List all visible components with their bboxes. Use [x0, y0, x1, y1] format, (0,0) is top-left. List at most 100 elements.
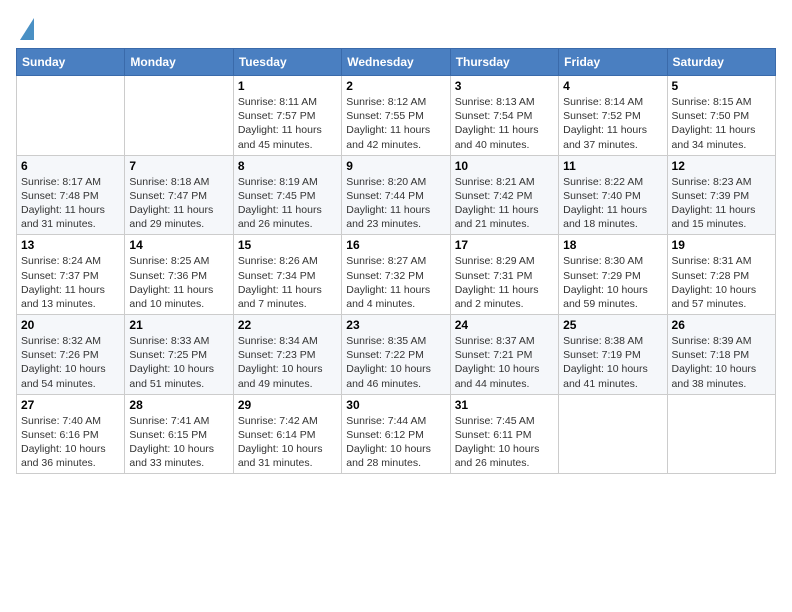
day-number: 7 [129, 159, 228, 173]
cell-info: Sunrise: 8:34 AM Sunset: 7:23 PM Dayligh… [238, 334, 337, 391]
header-monday: Monday [125, 49, 233, 76]
calendar-cell: 14Sunrise: 8:25 AM Sunset: 7:36 PM Dayli… [125, 235, 233, 315]
logo-triangle-icon [20, 18, 34, 40]
calendar-cell: 8 Sunrise: 8:19 AM Sunset: 7:45 PM Daylig… [233, 155, 341, 235]
cell-info: Sunrise: 7:41 AM Sunset: 6:15 PM Dayligh… [129, 414, 228, 471]
cell-info: Sunrise: 8:30 AM Sunset: 7:29 PM Dayligh… [563, 254, 662, 311]
calendar-cell: 10 Sunrise: 8:21 AM Sunset: 7:42 PM Dayli… [450, 155, 558, 235]
calendar-cell: 18 Sunrise: 8:30 AM Sunset: 7:29 PM Dayli… [559, 235, 667, 315]
cell-info: Sunrise: 7:40 AM Sunset: 6:16 PM Dayligh… [21, 414, 120, 471]
header-sunday: Sunday [17, 49, 125, 76]
cell-info: Sunrise: 7:42 AM Sunset: 6:14 PM Dayligh… [238, 414, 337, 471]
calendar-cell: 31 Sunrise: 7:45 AM Sunset: 6:11 PM Dayli… [450, 394, 558, 474]
cell-info: Sunrise: 8:26 AM Sunset: 7:34 PM Dayligh… [238, 254, 337, 311]
cell-info: Sunrise: 8:29 AM Sunset: 7:31 PM Dayligh… [455, 254, 554, 311]
day-number: 25 [563, 318, 662, 332]
logo [16, 16, 34, 40]
day-number: 10 [455, 159, 554, 173]
calendar-cell [559, 394, 667, 474]
cell-info: Sunrise: 8:14 AM Sunset: 7:52 PM Dayligh… [563, 95, 662, 152]
calendar-cell: 7Sunrise: 8:18 AM Sunset: 7:47 PM Daylig… [125, 155, 233, 235]
calendar-cell: 6 Sunrise: 8:17 AM Sunset: 7:48 PM Daylig… [17, 155, 125, 235]
calendar-header-row: SundayMondayTuesdayWednesdayThursdayFrid… [17, 49, 776, 76]
cell-info: Sunrise: 8:17 AM Sunset: 7:48 PM Dayligh… [21, 175, 120, 232]
day-number: 4 [563, 79, 662, 93]
cell-info: Sunrise: 8:21 AM Sunset: 7:42 PM Dayligh… [455, 175, 554, 232]
day-number: 9 [346, 159, 445, 173]
calendar-cell: 3Sunrise: 8:13 AM Sunset: 7:54 PM Daylig… [450, 76, 558, 156]
day-number: 20 [21, 318, 120, 332]
day-number: 18 [563, 238, 662, 252]
day-number: 5 [672, 79, 771, 93]
cell-info: Sunrise: 8:39 AM Sunset: 7:18 PM Dayligh… [672, 334, 771, 391]
day-number: 1 [238, 79, 337, 93]
day-number: 3 [455, 79, 554, 93]
calendar-cell: 5 Sunrise: 8:15 AM Sunset: 7:50 PM Daylig… [667, 76, 775, 156]
cell-info: Sunrise: 8:27 AM Sunset: 7:32 PM Dayligh… [346, 254, 445, 311]
day-number: 30 [346, 398, 445, 412]
calendar-cell: 1Sunrise: 8:11 AM Sunset: 7:57 PM Daylig… [233, 76, 341, 156]
cell-info: Sunrise: 8:38 AM Sunset: 7:19 PM Dayligh… [563, 334, 662, 391]
calendar-cell: 24Sunrise: 8:37 AM Sunset: 7:21 PM Dayli… [450, 315, 558, 395]
calendar-cell: 13 Sunrise: 8:24 AM Sunset: 7:37 PM Dayli… [17, 235, 125, 315]
day-number: 6 [21, 159, 120, 173]
page-header [16, 16, 776, 40]
calendar-cell: 30 Sunrise: 7:44 AM Sunset: 6:12 PM Dayli… [342, 394, 450, 474]
calendar-cell: 29Sunrise: 7:42 AM Sunset: 6:14 PM Dayli… [233, 394, 341, 474]
day-number: 31 [455, 398, 554, 412]
header-thursday: Thursday [450, 49, 558, 76]
day-number: 23 [346, 318, 445, 332]
day-number: 12 [672, 159, 771, 173]
calendar-cell: 17Sunrise: 8:29 AM Sunset: 7:31 PM Dayli… [450, 235, 558, 315]
calendar-cell: 25 Sunrise: 8:38 AM Sunset: 7:19 PM Dayli… [559, 315, 667, 395]
logo-text [16, 16, 34, 40]
calendar-cell [125, 76, 233, 156]
calendar-cell [667, 394, 775, 474]
day-number: 15 [238, 238, 337, 252]
calendar-cell [17, 76, 125, 156]
day-number: 26 [672, 318, 771, 332]
calendar-week-row: 1Sunrise: 8:11 AM Sunset: 7:57 PM Daylig… [17, 76, 776, 156]
cell-info: Sunrise: 8:19 AM Sunset: 7:45 PM Dayligh… [238, 175, 337, 232]
cell-info: Sunrise: 8:15 AM Sunset: 7:50 PM Dayligh… [672, 95, 771, 152]
cell-info: Sunrise: 8:23 AM Sunset: 7:39 PM Dayligh… [672, 175, 771, 232]
day-number: 13 [21, 238, 120, 252]
day-number: 11 [563, 159, 662, 173]
calendar-cell: 4 Sunrise: 8:14 AM Sunset: 7:52 PM Daylig… [559, 76, 667, 156]
calendar-cell: 21 Sunrise: 8:33 AM Sunset: 7:25 PM Dayli… [125, 315, 233, 395]
calendar-cell: 11 Sunrise: 8:22 AM Sunset: 7:40 PM Dayli… [559, 155, 667, 235]
cell-info: Sunrise: 8:33 AM Sunset: 7:25 PM Dayligh… [129, 334, 228, 391]
day-number: 27 [21, 398, 120, 412]
cell-info: Sunrise: 8:22 AM Sunset: 7:40 PM Dayligh… [563, 175, 662, 232]
day-number: 21 [129, 318, 228, 332]
header-tuesday: Tuesday [233, 49, 341, 76]
day-number: 19 [672, 238, 771, 252]
header-friday: Friday [559, 49, 667, 76]
day-number: 8 [238, 159, 337, 173]
calendar-table: SundayMondayTuesdayWednesdayThursdayFrid… [16, 48, 776, 474]
cell-info: Sunrise: 7:44 AM Sunset: 6:12 PM Dayligh… [346, 414, 445, 471]
day-number: 14 [129, 238, 228, 252]
day-number: 22 [238, 318, 337, 332]
header-wednesday: Wednesday [342, 49, 450, 76]
cell-info: Sunrise: 8:24 AM Sunset: 7:37 PM Dayligh… [21, 254, 120, 311]
day-number: 28 [129, 398, 228, 412]
cell-info: Sunrise: 8:31 AM Sunset: 7:28 PM Dayligh… [672, 254, 771, 311]
day-number: 16 [346, 238, 445, 252]
cell-info: Sunrise: 8:20 AM Sunset: 7:44 PM Dayligh… [346, 175, 445, 232]
calendar-cell: 16 Sunrise: 8:27 AM Sunset: 7:32 PM Dayli… [342, 235, 450, 315]
cell-info: Sunrise: 8:35 AM Sunset: 7:22 PM Dayligh… [346, 334, 445, 391]
calendar-cell: 15 Sunrise: 8:26 AM Sunset: 7:34 PM Dayli… [233, 235, 341, 315]
calendar-week-row: 6 Sunrise: 8:17 AM Sunset: 7:48 PM Daylig… [17, 155, 776, 235]
day-number: 24 [455, 318, 554, 332]
day-number: 2 [346, 79, 445, 93]
calendar-cell: 27 Sunrise: 7:40 AM Sunset: 6:16 PM Dayli… [17, 394, 125, 474]
calendar-cell: 12 Sunrise: 8:23 AM Sunset: 7:39 PM Dayli… [667, 155, 775, 235]
cell-info: Sunrise: 8:12 AM Sunset: 7:55 PM Dayligh… [346, 95, 445, 152]
calendar-cell: 2 Sunrise: 8:12 AM Sunset: 7:55 PM Daylig… [342, 76, 450, 156]
cell-info: Sunrise: 7:45 AM Sunset: 6:11 PM Dayligh… [455, 414, 554, 471]
calendar-cell: 22 Sunrise: 8:34 AM Sunset: 7:23 PM Dayli… [233, 315, 341, 395]
calendar-week-row: 20Sunrise: 8:32 AM Sunset: 7:26 PM Dayli… [17, 315, 776, 395]
calendar-cell: 19 Sunrise: 8:31 AM Sunset: 7:28 PM Dayli… [667, 235, 775, 315]
calendar-week-row: 27 Sunrise: 7:40 AM Sunset: 6:16 PM Dayli… [17, 394, 776, 474]
